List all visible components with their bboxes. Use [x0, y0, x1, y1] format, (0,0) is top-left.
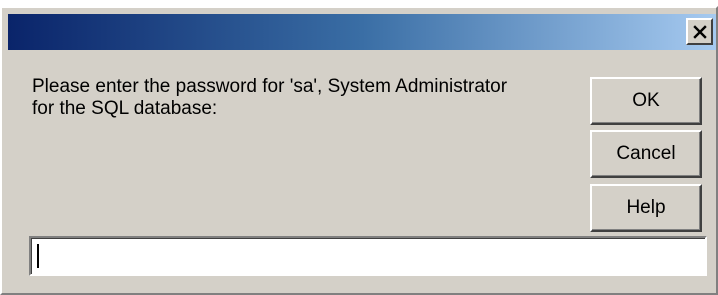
- close-icon: [692, 24, 707, 39]
- password-prompt-text: Please enter the password for 'sa', Syst…: [32, 76, 508, 119]
- title-bar[interactable]: [8, 14, 716, 50]
- password-input-frame: [29, 236, 707, 276]
- close-button[interactable]: [686, 18, 713, 45]
- password-input[interactable]: [31, 238, 705, 274]
- text-caret: [37, 244, 39, 268]
- cancel-button[interactable]: Cancel: [590, 130, 702, 178]
- ok-button[interactable]: OK: [590, 77, 702, 125]
- help-button[interactable]: Help: [590, 184, 702, 232]
